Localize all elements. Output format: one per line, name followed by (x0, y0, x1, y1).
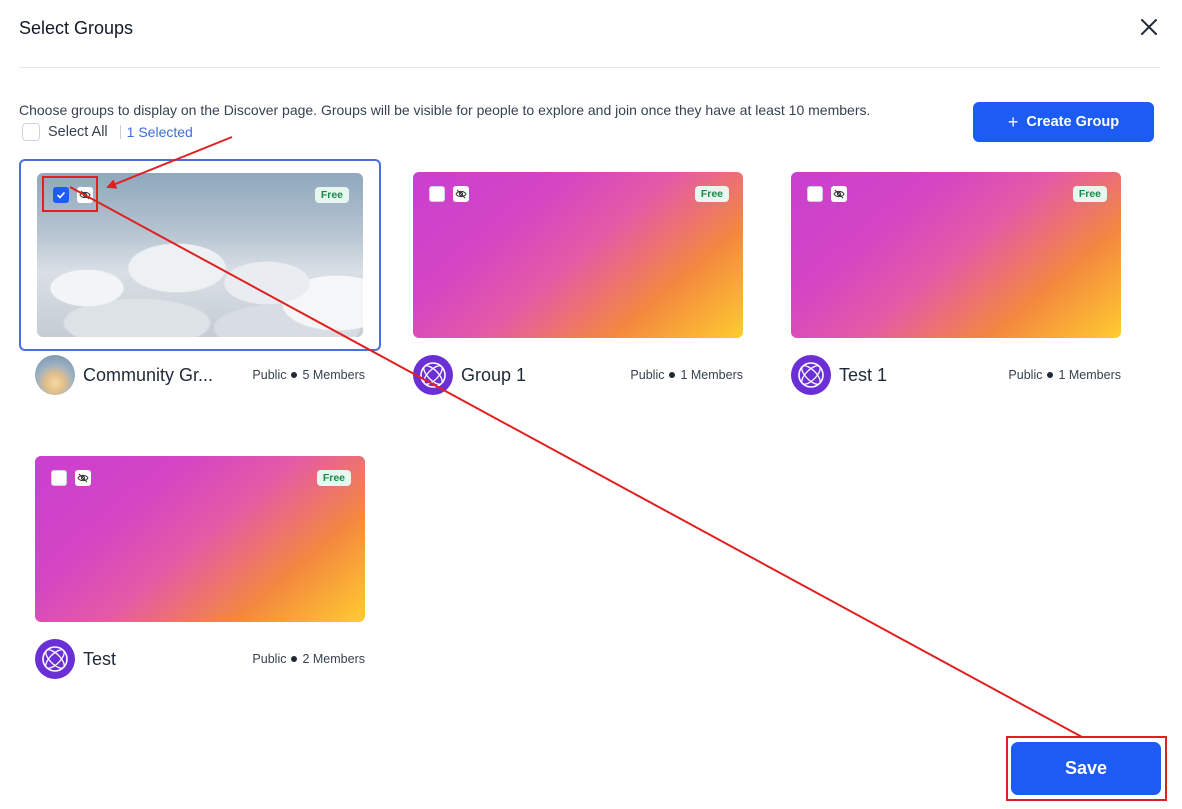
group-logo-icon (798, 362, 824, 388)
group-meta: Group 1 Public 1 Members (413, 355, 743, 395)
group-meta: Test 1 Public 1 Members (791, 355, 1121, 395)
group-checkbox[interactable] (51, 470, 67, 486)
group-meta: Test Public 2 Members (35, 639, 365, 679)
group-name[interactable]: Test 1 (839, 365, 887, 386)
description-text: Choose groups to display on the Discover… (19, 102, 871, 118)
separator (119, 125, 121, 139)
free-badge: Free (316, 470, 351, 486)
modal-title: Select Groups (19, 18, 134, 38)
group-info: Public 1 Members (630, 368, 743, 382)
group-privacy: Public (252, 652, 287, 666)
select-all-label[interactable]: Select All (48, 124, 108, 140)
dot-icon (291, 656, 298, 662)
group-privacy: Public (630, 368, 665, 382)
eye-off-icon (77, 473, 89, 483)
group-cover[interactable]: Free (791, 172, 1121, 338)
group-privacy: Public (252, 368, 287, 382)
group-checkbox[interactable] (429, 186, 445, 202)
group-cover[interactable]: Free (35, 456, 365, 622)
free-badge: Free (314, 187, 349, 203)
dot-icon (669, 372, 676, 378)
group-name[interactable]: Test (83, 649, 116, 670)
group-privacy: Public (1008, 368, 1043, 382)
group-avatar (35, 355, 75, 395)
group-avatar (35, 639, 75, 679)
select-groups-modal: Select Groups Choose groups to display o… (0, 0, 1182, 809)
free-badge: Free (694, 186, 729, 202)
eye-off-icon (455, 189, 467, 199)
group-logo-icon (420, 362, 446, 388)
group-name[interactable]: Group 1 (461, 365, 526, 386)
plus-icon: + (1007, 112, 1019, 132)
eye-off-icon (833, 189, 845, 199)
group-members: 1 Members (680, 368, 743, 382)
group-logo-icon (42, 646, 68, 672)
group-checkbox[interactable] (807, 186, 823, 202)
group-info: Public 2 Members (252, 652, 365, 666)
header-divider (19, 67, 1160, 68)
select-all-row: Select All 1 Selected (22, 123, 193, 141)
group-meta: Community Gr... Public 5 Members (35, 355, 365, 395)
create-group-label: Create Group (1026, 114, 1120, 130)
free-badge: Free (1072, 186, 1107, 202)
group-info: Public 5 Members (252, 368, 365, 382)
group-members: 5 Members (302, 368, 365, 382)
group-avatar (413, 355, 453, 395)
hide-toggle-button[interactable] (75, 470, 91, 486)
select-all-checkbox[interactable] (22, 123, 40, 141)
hide-toggle-button[interactable] (453, 186, 469, 202)
group-members: 2 Members (302, 652, 365, 666)
group-avatar (791, 355, 831, 395)
close-icon (1141, 19, 1157, 35)
group-members: 1 Members (1058, 368, 1121, 382)
annotation-box-checkbox (42, 176, 98, 212)
save-button[interactable]: Save (1011, 742, 1161, 795)
dot-icon (291, 372, 298, 378)
group-info: Public 1 Members (1008, 368, 1121, 382)
group-name[interactable]: Community Gr... (83, 365, 213, 386)
group-cover[interactable]: Free (413, 172, 743, 338)
dot-icon (1047, 372, 1054, 378)
hide-toggle-button[interactable] (831, 186, 847, 202)
selected-count: 1 Selected (126, 124, 193, 140)
close-button[interactable] (1138, 16, 1160, 38)
create-group-button[interactable]: + Create Group (973, 102, 1154, 142)
